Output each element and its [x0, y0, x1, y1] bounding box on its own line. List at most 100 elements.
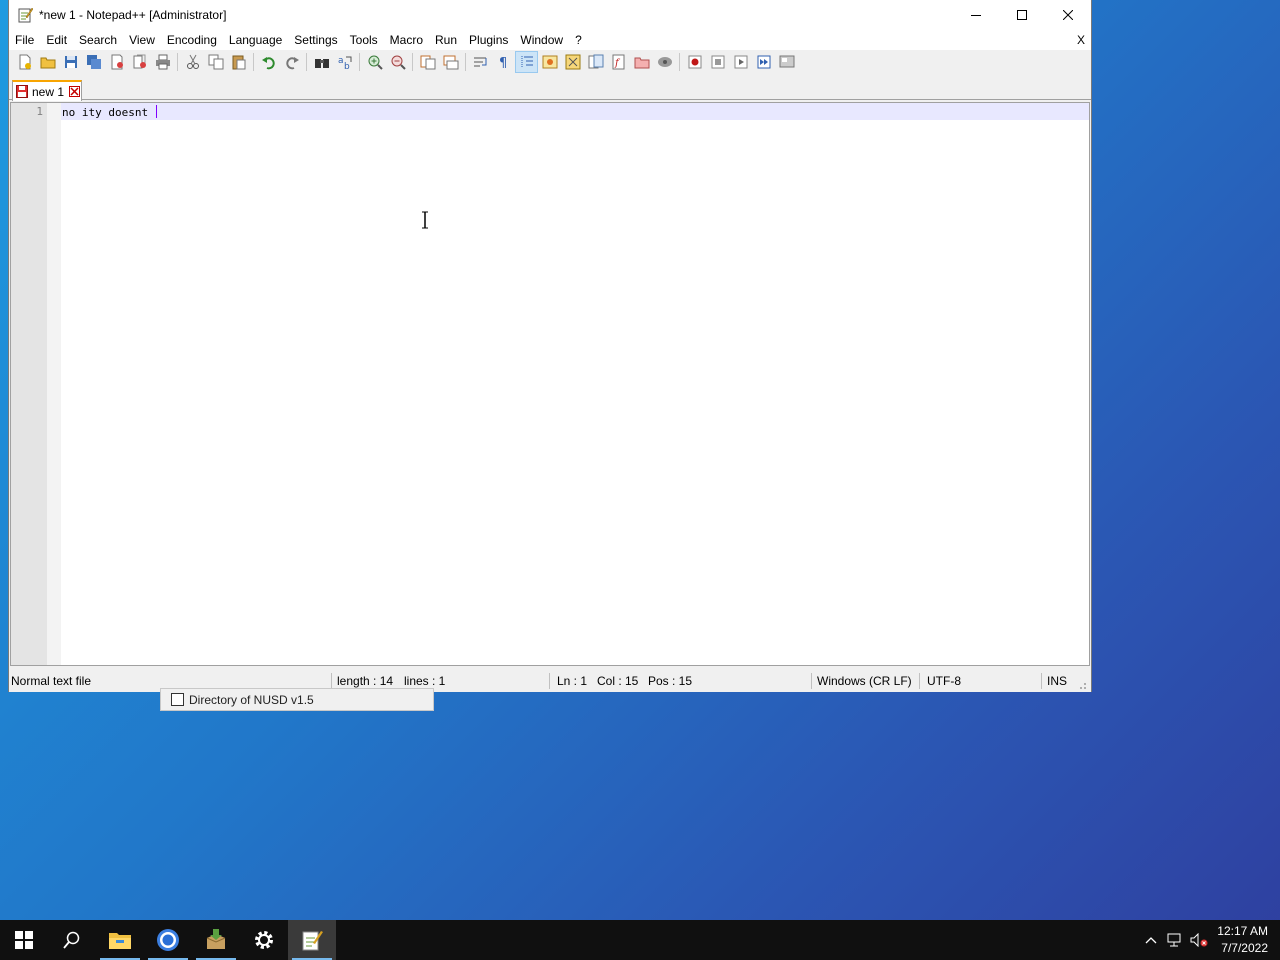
show-hidden-icons-button[interactable]	[1139, 920, 1163, 960]
file-explorer-icon	[109, 933, 131, 949]
document-map-icon	[565, 54, 580, 70]
search-button[interactable]	[48, 920, 96, 960]
status-line: Ln : 1	[557, 674, 588, 688]
status-divider	[919, 673, 920, 689]
gear-icon	[255, 931, 273, 949]
user-defined-language-button[interactable]	[538, 51, 561, 73]
svg-text:¶: ¶	[499, 56, 507, 70]
clock-date: 7/7/2022	[1221, 941, 1268, 955]
save-button[interactable]	[59, 51, 82, 73]
taskbar: 12:17 AM 7/7/2022	[0, 920, 1280, 960]
start-button[interactable]	[0, 920, 48, 960]
new-file-button[interactable]	[13, 51, 36, 73]
menu-run[interactable]: Run	[429, 30, 463, 50]
text-editor[interactable]: 1 no ity doesnt	[10, 102, 1090, 666]
scissors-icon	[186, 54, 199, 69]
document-list-button[interactable]	[584, 51, 607, 73]
nusd-panel: Directory of NUSD v1.5	[160, 688, 434, 711]
maximize-button[interactable]	[999, 0, 1045, 30]
show-all-characters-button[interactable]: ¶	[492, 51, 515, 73]
menu-tools[interactable]: Tools	[344, 30, 384, 50]
zoom-out-button[interactable]	[386, 51, 409, 73]
toolbar-separator	[253, 53, 254, 71]
sync-horizontal-button[interactable]	[439, 51, 462, 73]
close-document-button[interactable]: X	[1077, 30, 1085, 50]
taskbar-installer[interactable]	[192, 920, 240, 960]
record-icon	[688, 55, 701, 69]
menu-macro[interactable]: Macro	[384, 30, 429, 50]
close-file-icon	[111, 54, 123, 70]
status-divider	[549, 673, 550, 689]
find-button[interactable]	[310, 51, 333, 73]
tab-new-1[interactable]: new 1	[12, 80, 82, 101]
line-number-gutter: 1	[11, 103, 61, 665]
menu-window[interactable]: Window	[514, 30, 569, 50]
taskbar-notepadpp[interactable]	[288, 920, 336, 960]
nusd-checkbox[interactable]	[171, 693, 184, 706]
monitoring-button[interactable]	[653, 51, 676, 73]
toolbar: ab ¶ f	[9, 50, 1091, 74]
title-bar[interactable]: *new 1 - Notepad++ [Administrator]	[9, 0, 1091, 30]
taskbar-file-explorer[interactable]	[96, 920, 144, 960]
document-map-button[interactable]	[561, 51, 584, 73]
cut-button[interactable]	[181, 51, 204, 73]
volume-button[interactable]	[1187, 920, 1211, 960]
menu-edit[interactable]: Edit	[40, 30, 73, 50]
indent-guide-button[interactable]	[515, 51, 538, 73]
menu-file[interactable]: File	[9, 30, 40, 50]
new-file-icon	[19, 54, 31, 70]
close-all-button[interactable]	[128, 51, 151, 73]
notepadpp-window: *new 1 - Notepad++ [Administrator] File …	[8, 0, 1092, 692]
play-icon	[734, 55, 747, 69]
menu-view[interactable]: View	[123, 30, 161, 50]
close-button[interactable]	[1045, 0, 1091, 30]
minimize-button[interactable]	[953, 0, 999, 30]
close-file-button[interactable]	[105, 51, 128, 73]
zoom-in-button[interactable]	[363, 51, 386, 73]
record-macro-button[interactable]	[683, 51, 706, 73]
tab-close-button[interactable]	[69, 86, 81, 97]
save-macro-button[interactable]	[775, 51, 798, 73]
close-icon	[70, 87, 79, 96]
menu-encoding[interactable]: Encoding	[161, 30, 223, 50]
document-list-icon	[588, 54, 603, 69]
stop-recording-button[interactable]	[706, 51, 729, 73]
taskbar-clock[interactable]: 12:17 AM 7/7/2022	[1211, 923, 1280, 957]
function-list-button[interactable]: f	[607, 51, 630, 73]
word-wrap-button[interactable]	[469, 51, 492, 73]
folder-as-workspace-button[interactable]	[630, 51, 653, 73]
copy-button[interactable]	[204, 51, 227, 73]
notepadpp-icon	[17, 7, 34, 23]
toolbar-separator	[465, 53, 466, 71]
playback-macro-button[interactable]	[729, 51, 752, 73]
print-button[interactable]	[151, 51, 174, 73]
taskbar-settings[interactable]	[240, 920, 288, 960]
run-macro-multiple-button[interactable]	[752, 51, 775, 73]
fast-forward-icon	[757, 55, 770, 69]
sync-vertical-button[interactable]	[416, 51, 439, 73]
status-column: Col : 15	[597, 674, 639, 688]
windows-logo-icon	[15, 931, 33, 949]
menu-help[interactable]: ?	[569, 30, 588, 50]
paste-button[interactable]	[227, 51, 250, 73]
folder-workspace-icon	[634, 57, 649, 69]
menu-plugins[interactable]: Plugins	[463, 30, 514, 50]
resize-grip-icon[interactable]	[1077, 680, 1087, 690]
redo-button[interactable]	[280, 51, 303, 73]
open-file-button[interactable]	[36, 51, 59, 73]
menu-language[interactable]: Language	[223, 30, 288, 50]
status-divider	[811, 673, 812, 689]
copy-icon	[208, 54, 223, 70]
window-title: *new 1 - Notepad++ [Administrator]	[39, 8, 227, 22]
menu-settings[interactable]: Settings	[288, 30, 343, 50]
network-button[interactable]	[1163, 920, 1187, 960]
editor-line[interactable]: no ity doesnt	[62, 105, 157, 119]
undo-button[interactable]	[257, 51, 280, 73]
maximize-icon	[1017, 10, 1027, 20]
taskbar-chrome[interactable]	[144, 920, 192, 960]
save-all-button[interactable]	[82, 51, 105, 73]
replace-button[interactable]: ab	[333, 51, 356, 73]
menu-search[interactable]: Search	[73, 30, 123, 50]
open-folder-icon	[40, 57, 55, 69]
text-caret	[155, 105, 157, 118]
